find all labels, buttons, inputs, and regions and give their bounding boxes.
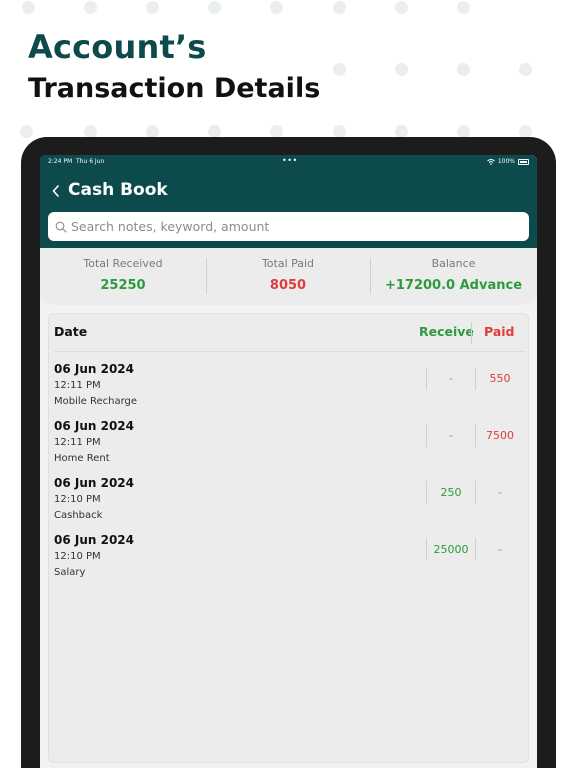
row-note: Home Rent (54, 453, 110, 464)
row-time: 12:10 PM (54, 494, 101, 505)
row-note: Cashback (54, 510, 103, 521)
balance: Balance +17200.0 Advance (370, 248, 537, 305)
total-paid: Total Paid 8050 (206, 248, 370, 305)
battery-icon (518, 158, 529, 165)
status-clock: 2:24 PM (48, 158, 73, 165)
table-row[interactable]: 06 Jun 2024 12:10 PM Cashback 250 - (49, 476, 530, 533)
back-button[interactable] (48, 181, 64, 201)
background-dot (84, 1, 97, 14)
row-paid: - (498, 486, 502, 499)
column-header-paid[interactable]: Paid (484, 324, 515, 339)
row-note: Mobile Recharge (54, 396, 138, 407)
table-row[interactable]: 06 Jun 2024 12:10 PM Salary 25000 - (49, 533, 530, 590)
chevron-left-icon (52, 185, 59, 197)
row-receive: - (449, 429, 453, 442)
app-header: 2:24 PM Thu 6 Jun ••• 100% Cash Book Sea… (40, 155, 537, 248)
status-time: 2:24 PM Thu 6 Jun (48, 158, 104, 165)
header-divider (471, 322, 472, 344)
row-date: 06 Jun 2024 (54, 362, 135, 376)
background-dot (22, 1, 35, 14)
row-time: 12:11 PM (54, 437, 101, 448)
header-separator (54, 351, 525, 352)
table-row[interactable]: 06 Jun 2024 12:11 PM Home Rent - 7500 (49, 419, 530, 476)
row-paid: 7500 (486, 429, 514, 442)
row-receive: 25000 (433, 543, 469, 556)
background-dot (333, 1, 346, 14)
status-bar: 2:24 PM Thu 6 Jun ••• 100% (40, 155, 537, 169)
search-icon (54, 220, 68, 234)
status-date: Thu 6 Jun (76, 158, 105, 165)
total-paid-label: Total Paid (261, 257, 315, 270)
background-dot (208, 1, 221, 14)
total-received-label: Total Received (83, 257, 163, 270)
status-indicators: 100% (487, 158, 529, 165)
row-time: 12:11 PM (54, 380, 101, 391)
background-dot (457, 1, 470, 14)
background-dot (457, 63, 470, 76)
battery-percent: 100% (497, 158, 515, 165)
row-date: 06 Jun 2024 (54, 476, 135, 490)
total-received: Total Received 25250 (40, 248, 206, 305)
tablet-frame: 2:24 PM Thu 6 Jun ••• 100% Cash Book Sea… (21, 137, 556, 768)
background-dot (519, 63, 532, 76)
summary-panel: Total Received 25250 Total Paid 8050 Bal… (40, 248, 537, 305)
background-dot (270, 1, 283, 14)
background-dot (333, 63, 346, 76)
row-time: 12:10 PM (54, 551, 101, 562)
background-dot (146, 1, 159, 14)
column-header-receive[interactable]: Receive (419, 324, 474, 339)
page-title: Cash Book (68, 180, 168, 200)
transactions-table: Date Receive Paid 06 Jun 2024 12:11 PM M… (48, 313, 529, 763)
table-row[interactable]: 06 Jun 2024 12:11 PM Mobile Recharge - 5… (49, 362, 530, 419)
background-dot (395, 1, 408, 14)
row-date: 06 Jun 2024 (54, 533, 135, 547)
column-header-date[interactable]: Date (54, 324, 87, 339)
row-paid: - (498, 543, 502, 556)
row-paid: 550 (489, 372, 511, 385)
row-date: 06 Jun 2024 (54, 419, 135, 433)
row-note: Salary (54, 567, 86, 578)
wifi-icon (487, 158, 495, 165)
app-screen: 2:24 PM Thu 6 Jun ••• 100% Cash Book Sea… (40, 155, 537, 768)
background-dot (20, 125, 33, 138)
total-paid-value: 8050 (269, 278, 307, 293)
search-bar[interactable] (48, 212, 529, 241)
balance-value: +17200.0 Advance (384, 278, 523, 293)
background-dot (395, 63, 408, 76)
row-receive: 250 (440, 486, 462, 499)
promo-headline: Account’s (28, 28, 207, 66)
search-input[interactable] (71, 219, 511, 234)
background-dots (0, 0, 576, 140)
promo-subheadline: Transaction Details (28, 73, 321, 104)
row-receive: - (449, 372, 453, 385)
total-received-value: 25250 (100, 278, 146, 293)
balance-label: Balance (431, 257, 476, 270)
multitask-dots-icon[interactable]: ••• (282, 156, 298, 165)
